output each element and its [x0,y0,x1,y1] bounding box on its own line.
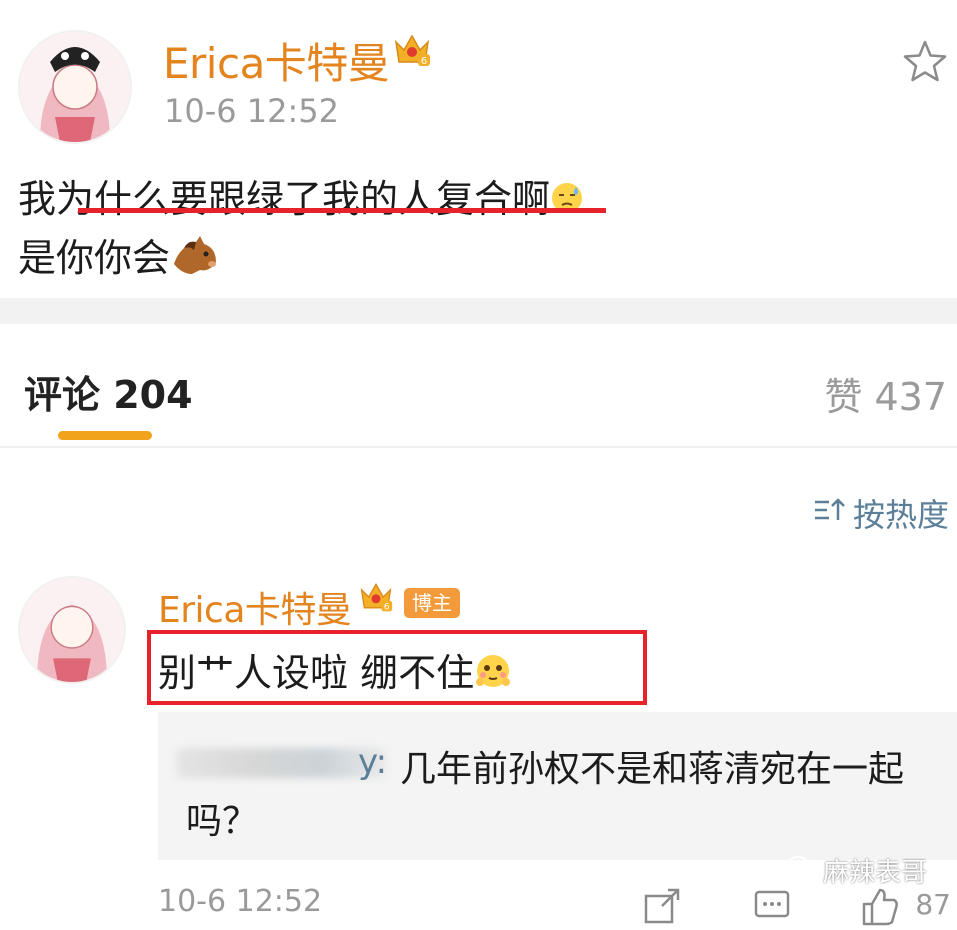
post-text-line2: 是你你会 [18,227,220,287]
reply-username[interactable]: y: [358,742,387,782]
avatar-illustration [20,32,130,142]
favorite-star-icon[interactable] [901,38,949,86]
comment-text-content: 别艹人设啦 绷不住 [158,651,475,695]
commenter-avatar[interactable] [18,576,126,684]
watermark-text: 麻辣表哥 [822,858,927,888]
vip-level: 6 [421,56,427,67]
section-divider [0,298,957,324]
commenter-name[interactable]: Erica卡特曼 [158,581,352,633]
sort-icon [813,494,847,532]
reply-username-blurred [176,748,386,778]
red-underline-annotation [78,208,606,213]
watermark: 麻辣表哥 [786,852,927,889]
comment-like-count: 87 [915,888,951,921]
reply-text-line1: 几年前孙权不是和蒋清宛在一起 [400,749,905,790]
author-name[interactable]: Erica卡特曼 [163,30,390,91]
tab-comments[interactable]: 评论 204 [24,364,193,419]
host-badge: 博主 [404,588,460,618]
reply-text-line2: 吗？ [186,801,259,842]
post-text-line2-content: 是你你会 [18,236,171,280]
vip-crown-icon: 6 [358,580,394,614]
horse-emoji-icon [170,234,220,287]
comment-icon[interactable] [752,886,792,926]
sweat-face-emoji-icon [550,180,584,224]
author-avatar[interactable] [18,30,132,144]
comment-timestamp: 10-6 12:52 [158,884,323,919]
wechat-icon [786,855,817,886]
post-text-line1: 我为什么要跟绿了我的人复合啊 [18,168,584,224]
vip-level: 6 [384,603,390,613]
vip-crown-icon: 6 [392,32,432,68]
tab-active-indicator [58,431,152,440]
post-text-line1-content: 我为什么要跟绿了我的人复合啊 [18,177,551,221]
tab-divider [0,446,957,448]
avatar-illustration [20,578,124,682]
like-thumb-icon[interactable] [860,886,900,926]
shy-face-emoji-icon [474,652,512,699]
share-icon[interactable] [642,886,682,926]
post-timestamp: 10-6 12:52 [164,92,340,130]
sort-label: 按热度 [852,496,949,534]
sort-by-hot-button[interactable]: 按热度 [813,490,949,536]
comment-text: 别艹人设啦 绷不住 [158,642,512,699]
tab-likes[interactable]: 赞 437 [824,366,947,421]
